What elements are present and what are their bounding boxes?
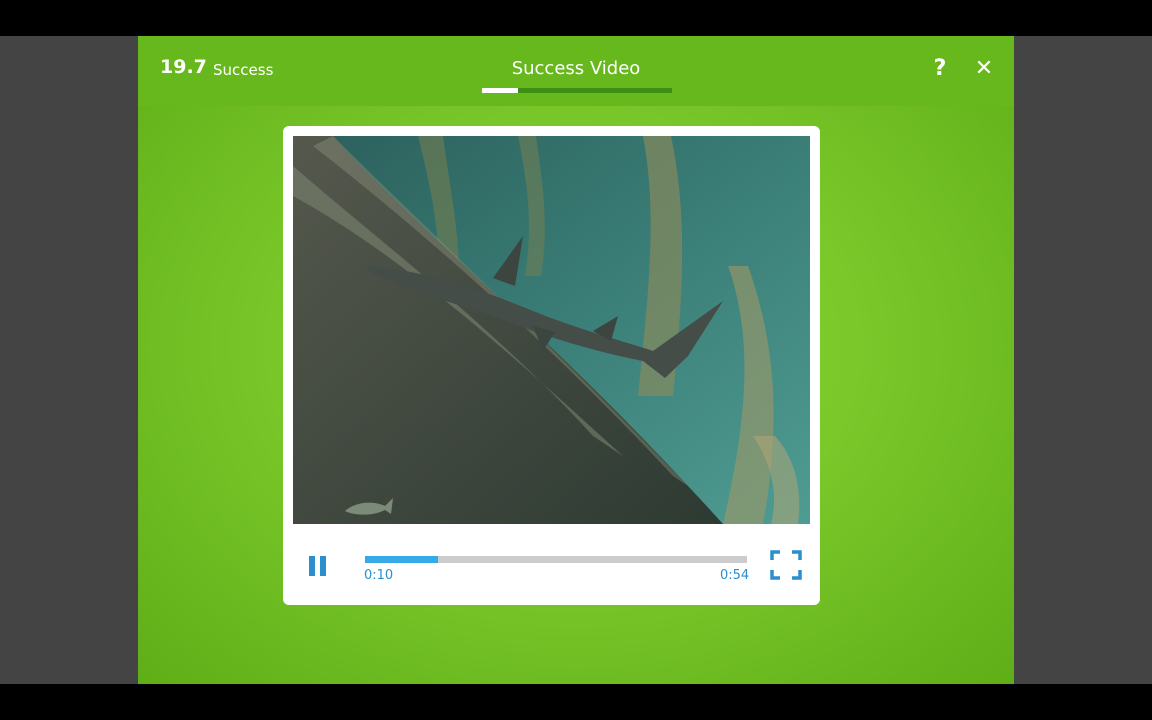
- seek-bar[interactable]: [365, 556, 747, 563]
- lesson-progress-fill: [482, 88, 519, 93]
- page-title: Success Video: [511, 58, 641, 79]
- video-player: 0:10 0:54: [283, 126, 820, 605]
- letterbox-left: [0, 36, 138, 684]
- pause-icon[interactable]: [309, 556, 329, 578]
- help-icon[interactable]: ?: [930, 56, 950, 81]
- lesson-stage: 19.7 Success Success Video ? ✕ 0:10 0:54: [138, 36, 1014, 684]
- fullscreen-icon[interactable]: [770, 550, 802, 580]
- lesson-progress-bar: [482, 88, 672, 93]
- video-frame[interactable]: [293, 136, 810, 524]
- player-controls: 0:10 0:54: [283, 524, 820, 605]
- lesson-header: 19.7 Success Success Video ? ✕: [138, 36, 1014, 106]
- seek-bar-played: [365, 556, 438, 563]
- video-still-shark: [293, 136, 810, 524]
- current-time: 0:10: [364, 568, 394, 583]
- close-icon[interactable]: ✕: [974, 56, 994, 81]
- letterbox-right: [1014, 36, 1152, 684]
- total-time: 0:54: [720, 568, 750, 583]
